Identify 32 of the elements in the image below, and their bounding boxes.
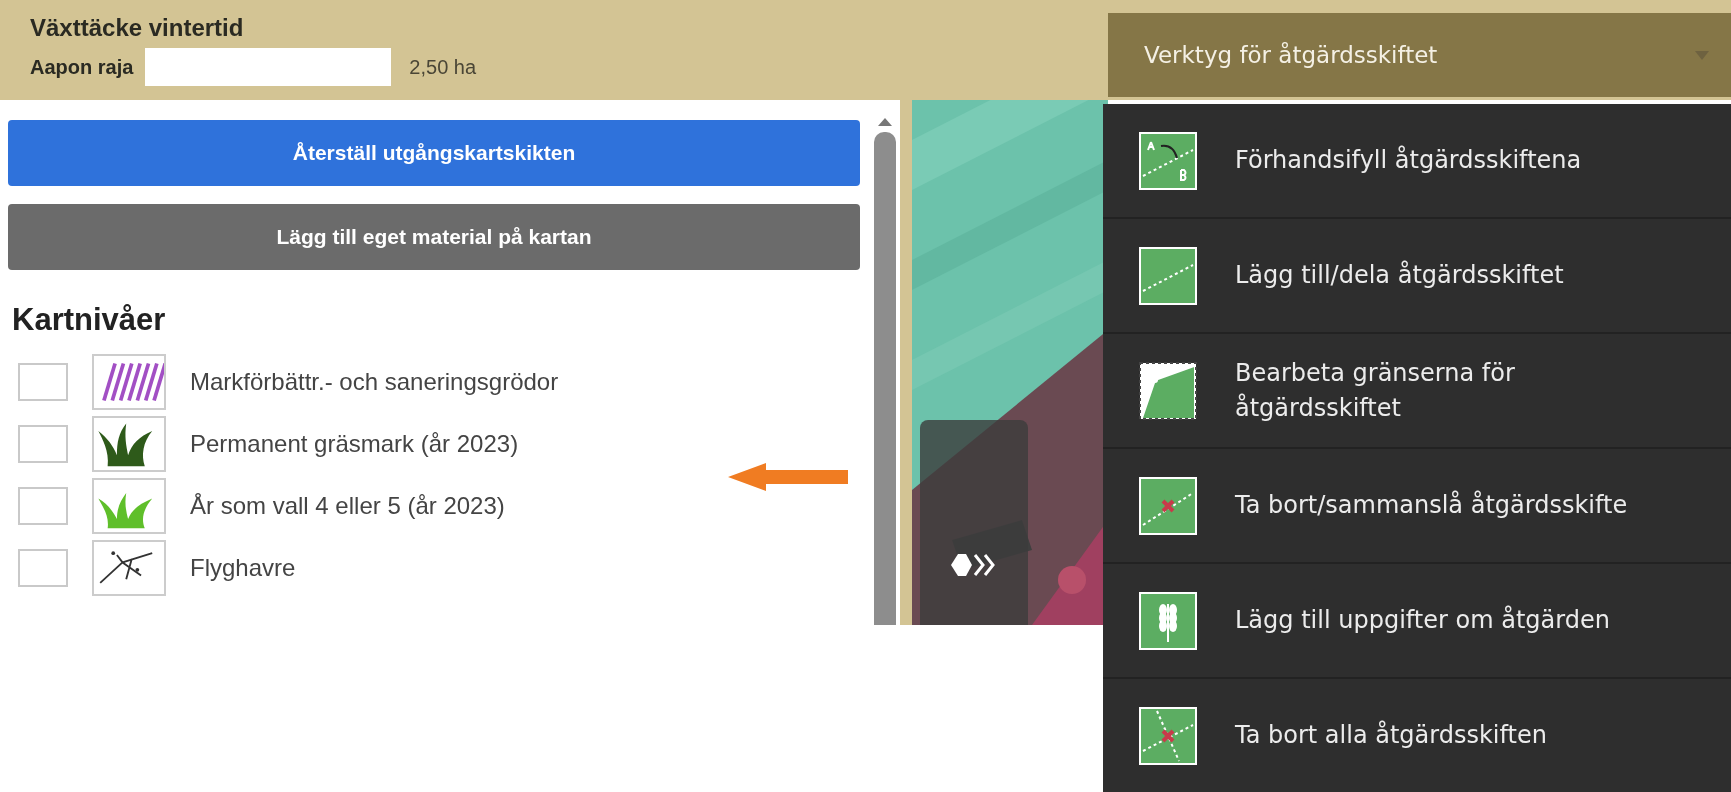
- input-field[interactable]: [145, 48, 392, 86]
- scrollbar-thumb[interactable]: [874, 132, 896, 625]
- layer-label: Permanent gräsmark (år 2023): [190, 430, 519, 458]
- split-remove-icon: [1139, 476, 1197, 535]
- checkbox[interactable]: [18, 363, 68, 401]
- plant-sketch-icon: [92, 540, 166, 596]
- panel-title: Växttäcke vintertid: [30, 14, 245, 42]
- field-label: Aapon raja: [30, 55, 134, 79]
- hatch-pattern-icon: [92, 354, 166, 410]
- reset-layers-button[interactable]: Återställ utgångskartskikten: [8, 120, 860, 186]
- menu-item[interactable]: Ta bort/sammanslå åtgärdsskifte: [1103, 449, 1731, 564]
- checkbox[interactable]: [18, 487, 68, 525]
- menu-item[interactable]: Lägg till uppgifter om åtgärden: [1103, 564, 1731, 679]
- area-value: 2,50 ha: [409, 55, 477, 79]
- split-remove-icon: [1139, 706, 1197, 765]
- add-material-button[interactable]: Lägg till eget material på kartan: [8, 204, 860, 270]
- checkbox[interactable]: [18, 549, 68, 587]
- layer-label: Markförbättr.- och saneringsgrödor: [190, 368, 559, 396]
- menu-item[interactable]: Bearbeta gränserna för åtgärdsskiftet: [1103, 334, 1731, 449]
- scroll-up-icon[interactable]: [878, 118, 892, 126]
- grass-icon: [92, 478, 166, 534]
- menu-item[interactable]: Ta bort alla åtgärdsskiften: [1103, 679, 1731, 792]
- layer-label: År som vall 4 eller 5 (år 2023): [190, 492, 505, 520]
- tools-dropdown[interactable]: Verktyg för åtgärdsskiftet: [1108, 13, 1731, 97]
- grass-icon: [92, 416, 166, 472]
- layer-label: Flyghavre: [190, 554, 296, 582]
- menu-item[interactable]: Lägg till/dela åtgärdsskiftet: [1103, 219, 1731, 334]
- boundary-edit-icon: [1139, 361, 1197, 420]
- section-heading: Kartnivåer: [12, 302, 167, 338]
- wheat-icon: [1139, 591, 1197, 650]
- checkbox[interactable]: [18, 425, 68, 463]
- menu-item[interactable]: Förhandsifyll åtgärdsskiftena: [1103, 104, 1731, 219]
